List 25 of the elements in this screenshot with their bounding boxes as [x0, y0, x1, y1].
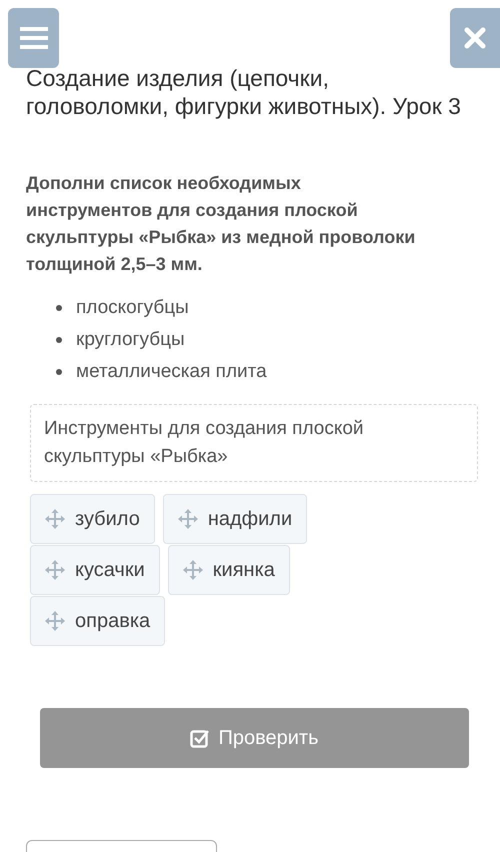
close-icon	[464, 27, 486, 49]
option-chip[interactable]: зубило	[30, 494, 155, 544]
move-icon	[45, 509, 65, 529]
bullet-icon	[56, 369, 62, 375]
list-item: круглогубцы	[76, 328, 185, 352]
option-chip[interactable]: надфили	[162, 494, 308, 544]
option-chip[interactable]: оправка	[30, 596, 166, 646]
drop-zone[interactable]: Инструменты для создания плоской скульптуры «Рыбка»	[30, 404, 478, 482]
option-chip[interactable]: кусачки	[30, 545, 160, 595]
list-item: плоскогубцы	[76, 296, 189, 320]
bullet-icon	[56, 305, 62, 311]
menu-icon	[20, 27, 48, 49]
checkbox-icon	[190, 728, 210, 748]
close-button[interactable]	[450, 8, 500, 68]
menu-button[interactable]	[8, 8, 59, 68]
move-icon	[45, 611, 65, 631]
bullet-icon	[56, 337, 62, 343]
question-text: Дополни список необходимых инструментов для создания плоской скульптуры «Рыбка» из медной проволоки толщиной 2,5–3 мм.	[26, 172, 416, 276]
move-icon	[178, 509, 198, 529]
list-item: металлическая плита	[76, 360, 267, 384]
drop-zone-label: Инструменты для создания плоской скульптуры «Рыбка»	[44, 418, 364, 467]
move-icon	[182, 560, 203, 580]
option-chip[interactable]: киянка	[168, 545, 290, 595]
lesson-title: Создание изделия (цепочки, головоломки, фигурки животных). Урок 3	[26, 64, 462, 120]
move-icon	[45, 560, 65, 580]
